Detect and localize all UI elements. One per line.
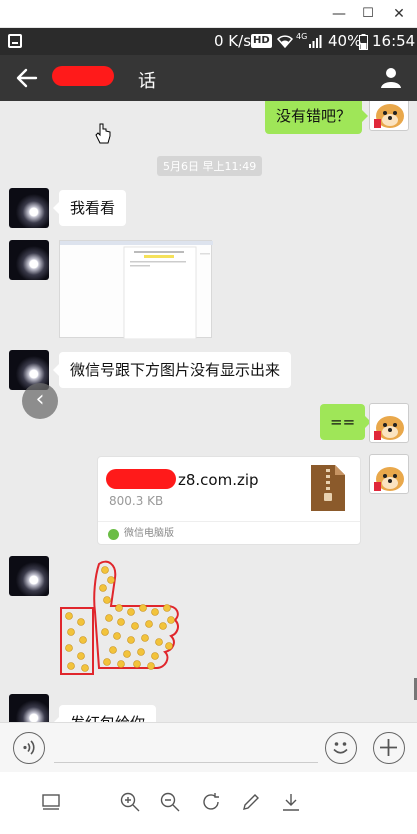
file-source-label: 微信电脑版 — [124, 528, 174, 539]
avatar-contact[interactable] — [9, 188, 49, 228]
avatar-contact[interactable] — [9, 556, 49, 596]
avatar-self[interactable] — [369, 403, 409, 443]
message-bubble-received[interactable]: 我看看 — [52, 190, 127, 226]
emoji-button[interactable] — [325, 732, 357, 764]
mouse-cursor-icon — [95, 123, 111, 144]
minimize-button[interactable]: — — [329, 4, 349, 24]
image-message[interactable] — [59, 240, 213, 340]
battery-percent: 40% — [328, 32, 362, 50]
viewer-toolbar — [0, 772, 417, 834]
message-input[interactable] — [54, 729, 318, 763]
message-bubble-received[interactable]: 发红包给你 — [52, 705, 157, 722]
screen-icon[interactable] — [40, 791, 62, 813]
back-arrow-icon[interactable] — [14, 65, 40, 91]
avatar-self[interactable] — [369, 101, 409, 131]
clock: 16:54 — [372, 32, 416, 50]
avatar-self[interactable] — [369, 454, 409, 494]
window-titlebar: — ☐ ✕ — [0, 0, 417, 28]
status-bar: 0 K/s HD 4G 40% 16:54 — [0, 28, 417, 55]
message-bubble-sent[interactable]: 没有错吧？ — [265, 101, 369, 134]
redacted-file-name — [106, 469, 176, 489]
wechat-pc-icon — [108, 529, 119, 540]
battery-icon — [359, 34, 368, 50]
emoji-icon — [333, 742, 348, 754]
dog-avatar-icon — [374, 416, 404, 440]
user-profile-icon[interactable] — [379, 65, 403, 89]
wifi-icon — [277, 35, 293, 48]
chat-area[interactable]: 没有错吧？ 5月6日 早上11:49 我看看 微信号跟下方图片没有显示出来 ‹ … — [0, 101, 417, 722]
plus-icon — [380, 739, 397, 756]
voice-icon — [23, 740, 35, 755]
network-speed: 0 K/s — [214, 32, 252, 50]
chat-title: 话 — [138, 71, 156, 92]
file-name: z8.com.zip — [178, 471, 259, 489]
avatar-contact[interactable] — [9, 694, 49, 722]
hd-badge: HD — [251, 34, 272, 48]
thumbs-up-sticker[interactable] — [59, 556, 179, 686]
file-size: 800.3 KB — [109, 494, 164, 508]
zoom-out-icon[interactable] — [159, 791, 181, 813]
more-button[interactable] — [373, 732, 405, 764]
signal-icon — [309, 35, 322, 48]
avatar-contact[interactable] — [9, 240, 49, 280]
network-badge: 4G — [296, 32, 308, 41]
message-input-bar — [0, 722, 417, 772]
message-bubble-received[interactable]: 微信号跟下方图片没有显示出来 — [52, 352, 292, 388]
rotate-icon[interactable] — [200, 791, 222, 813]
download-icon[interactable] — [280, 791, 302, 813]
dog-avatar-icon — [374, 467, 404, 491]
chat-header: 话 — [0, 55, 417, 101]
maximize-button[interactable]: ☐ — [358, 4, 378, 24]
floating-back-button[interactable]: ‹ — [22, 383, 58, 419]
message-bubble-sent[interactable]: == — [320, 404, 372, 440]
dog-avatar-icon — [374, 104, 404, 128]
close-button[interactable]: ✕ — [389, 4, 409, 24]
zoom-in-icon[interactable] — [119, 791, 141, 813]
voice-button[interactable] — [13, 732, 45, 764]
redacted-title — [52, 66, 114, 86]
edit-icon[interactable] — [240, 791, 262, 813]
zip-file-icon — [311, 465, 345, 511]
timestamp: 5月6日 早上11:49 — [157, 156, 263, 176]
file-message-card[interactable]: z8.com.zip 800.3 KB 微信电脑版 — [97, 456, 361, 545]
file-source: 微信电脑版 — [98, 521, 360, 546]
screenshot-icon — [8, 34, 22, 48]
screenshot-thumbnail — [60, 241, 213, 340]
